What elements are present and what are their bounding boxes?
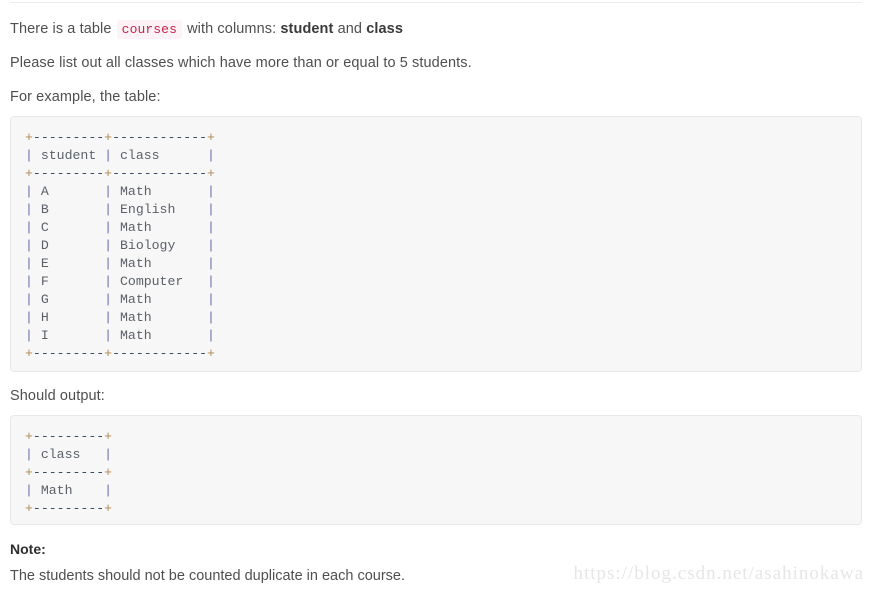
intro-conjunction-text: and	[333, 21, 367, 37]
inline-code-courses: courses	[116, 20, 182, 39]
intro-prefix-text: There is a table	[10, 21, 116, 37]
output-label: Should output:	[10, 388, 105, 404]
intro-paragraph: There is a table courses with columns: s…	[10, 19, 403, 41]
column-name-class: class	[366, 21, 403, 37]
intro-middle-text: with columns:	[182, 21, 281, 37]
watermark-url: https://blog.csdn.net/asahinokawa	[573, 563, 864, 584]
column-name-student: student	[280, 21, 334, 37]
output-table-ascii: +---------+ | class | +---------+ | Math…	[25, 429, 113, 516]
problem-statement-page: There is a table courses with columns: s…	[0, 0, 872, 595]
example-label: For example, the table:	[10, 89, 161, 105]
top-divider	[10, 2, 862, 3]
input-table-ascii: +---------+------------+ | student | cla…	[25, 130, 215, 361]
note-heading: Note:	[10, 541, 46, 557]
input-table-code-block: +---------+------------+ | student | cla…	[10, 116, 862, 372]
note-text: The students should not be counted dupli…	[10, 568, 405, 584]
instruction-paragraph: Please list out all classes which have m…	[10, 55, 472, 71]
output-table-code-block: +---------+ | class | +---------+ | Math…	[10, 415, 862, 525]
